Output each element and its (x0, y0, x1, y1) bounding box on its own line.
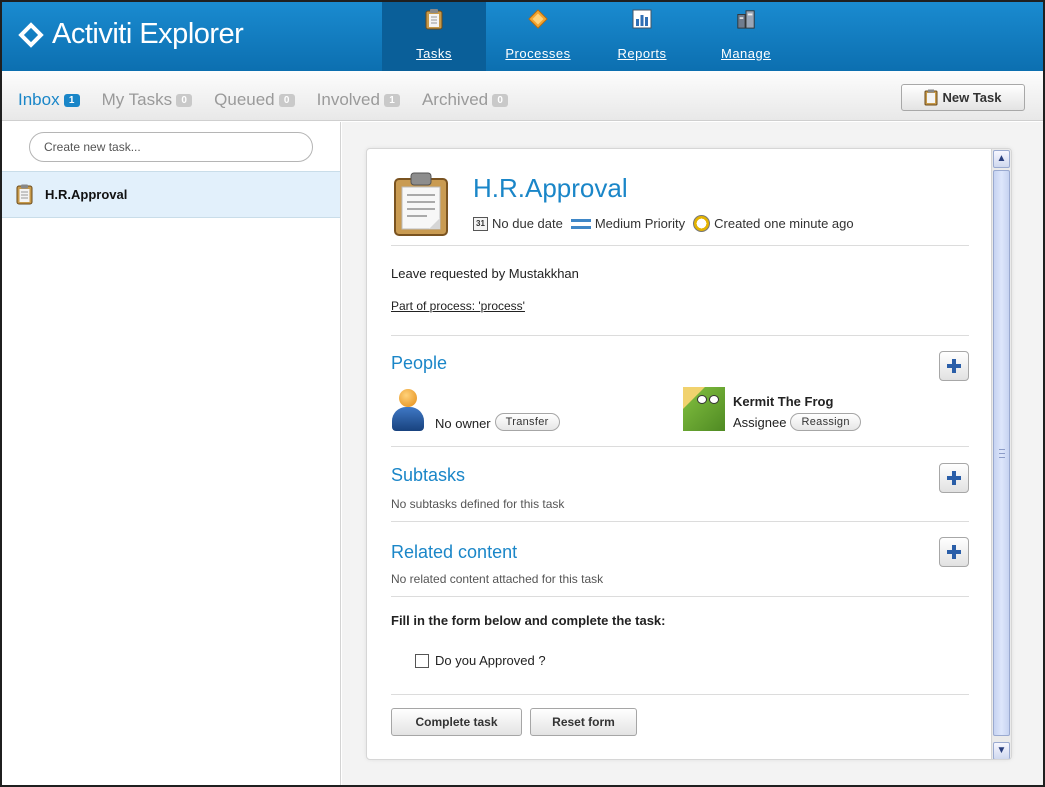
tab-my-tasks[interactable]: My Tasks 0 (102, 90, 193, 110)
priority[interactable]: Medium Priority (595, 216, 685, 231)
clipboard-icon (16, 184, 33, 205)
nav-processes[interactable]: Processes (486, 2, 590, 71)
chart-icon (632, 9, 652, 29)
owner-block: No owner Transfer (391, 389, 560, 431)
divider (391, 694, 969, 695)
task-list-item-label: H.R.Approval (45, 187, 128, 202)
tab-my-tasks-count: 0 (176, 93, 193, 107)
task-detail-area: H.R.Approval 31 No due date Medium Prior… (342, 122, 1043, 785)
tab-involved-count: 1 (383, 93, 400, 107)
nav-manage[interactable]: Manage (694, 2, 798, 71)
reset-form-button[interactable]: Reset form (530, 708, 637, 736)
related-title: Related content (391, 542, 518, 562)
plus-icon (947, 471, 961, 485)
process-link[interactable]: Part of process: 'process' (391, 299, 525, 313)
diamond-icon (528, 9, 548, 29)
add-subtask-button[interactable] (939, 463, 969, 493)
nav-processes-label: Processes (505, 46, 571, 61)
tab-queued[interactable]: Queued 0 (214, 90, 295, 110)
people-title: People (391, 353, 448, 373)
user-icon (391, 389, 425, 431)
tab-involved[interactable]: Involved 1 (317, 90, 400, 110)
tab-my-tasks-label: My Tasks (101, 90, 173, 109)
add-people-button[interactable] (939, 351, 969, 381)
scroll-up-icon[interactable]: ▲ (993, 150, 1010, 168)
approve-checkbox[interactable] (415, 653, 429, 668)
add-related-button[interactable] (939, 537, 969, 567)
due-date[interactable]: No due date (492, 216, 563, 231)
main-nav: Tasks Processes Reports Manage (382, 2, 798, 71)
assignee-info: Kermit The Frog Assignee Reassign (733, 394, 861, 431)
nav-tasks[interactable]: Tasks (382, 2, 486, 71)
create-task-input[interactable] (29, 132, 313, 162)
task-tabs: Inbox 1 My Tasks 0 Queued 0 Involved 1 A… (18, 90, 530, 110)
tab-queued-count: 0 (278, 93, 295, 107)
tab-inbox[interactable]: Inbox 1 (18, 90, 80, 110)
calendar-icon: 31 (473, 216, 488, 231)
clipboard-icon (924, 89, 938, 106)
nav-reports-label: Reports (617, 46, 667, 61)
app-header: Activiti Explorer Tasks Processes Report… (2, 2, 1043, 71)
transfer-button[interactable]: Transfer (494, 413, 560, 431)
clipboard-icon (425, 9, 443, 30)
divider (391, 245, 969, 246)
clipboard-large-icon (394, 172, 448, 236)
logo-diamond-icon (18, 21, 44, 48)
nav-tasks-label: Tasks (416, 46, 452, 61)
clock-icon (693, 215, 711, 232)
assignee-role: Assignee (733, 414, 787, 430)
task-meta: 31 No due date Medium Priority Created o… (473, 215, 854, 232)
task-description[interactable]: Leave requested by Mustakkhan (391, 266, 579, 281)
nav-manage-label: Manage (721, 46, 771, 61)
assignee-block: Kermit The Frog Assignee Reassign (683, 387, 861, 431)
plus-icon (947, 359, 961, 373)
app-window: Activiti Explorer Tasks Processes Report… (0, 0, 1045, 787)
owner-text: No owner (435, 416, 491, 431)
divider (391, 596, 969, 597)
scroll-thumb[interactable] (993, 170, 1010, 736)
tab-archived-label: Archived (421, 90, 489, 109)
tab-inbox-label: Inbox (18, 90, 60, 109)
created-time: Created one minute ago (714, 216, 854, 231)
complete-task-button[interactable]: Complete task (391, 708, 522, 736)
task-list-item[interactable]: H.R.Approval (2, 171, 340, 218)
subtasks-title: Subtasks (391, 465, 466, 485)
reassign-button[interactable]: Reassign (790, 413, 861, 431)
vertical-scrollbar[interactable]: ▲ ▼ (991, 149, 1011, 759)
app-title: Activiti Explorer (52, 18, 244, 50)
new-task-label: New Task (942, 90, 1002, 105)
tab-involved-label: Involved (316, 90, 380, 109)
priority-icon (570, 218, 591, 229)
nav-reports[interactable]: Reports (590, 2, 694, 71)
divider (391, 335, 969, 336)
tab-archived[interactable]: Archived 0 (421, 90, 509, 110)
app-logo[interactable]: Activiti Explorer (18, 18, 244, 51)
task-detail-card: H.R.Approval 31 No due date Medium Prior… (366, 148, 1012, 760)
approve-checkbox-label[interactable]: Do you Approved ? (435, 653, 546, 668)
task-tabbar: Inbox 1 My Tasks 0 Queued 0 Involved 1 A… (2, 71, 1043, 121)
tab-archived-count: 0 (492, 93, 509, 107)
cabinet-icon (737, 10, 755, 29)
subtasks-note: No subtasks defined for this task (391, 497, 565, 511)
divider (391, 521, 969, 522)
kermit-avatar (683, 387, 725, 431)
task-list-panel: H.R.Approval (2, 122, 341, 785)
assignee-name: Kermit The Frog (733, 394, 834, 409)
tab-queued-label: Queued (214, 90, 275, 109)
form-title: Fill in the form below and complete the … (391, 613, 666, 628)
approve-checkbox-row[interactable]: Do you Approved ? (415, 653, 546, 668)
plus-icon (947, 545, 961, 559)
divider (391, 446, 969, 447)
task-title: H.R.Approval (473, 173, 628, 203)
new-task-button[interactable]: New Task (901, 84, 1025, 111)
scroll-down-icon[interactable]: ▼ (993, 742, 1010, 759)
tab-inbox-count: 1 (63, 93, 80, 107)
related-note: No related content attached for this tas… (391, 572, 604, 586)
